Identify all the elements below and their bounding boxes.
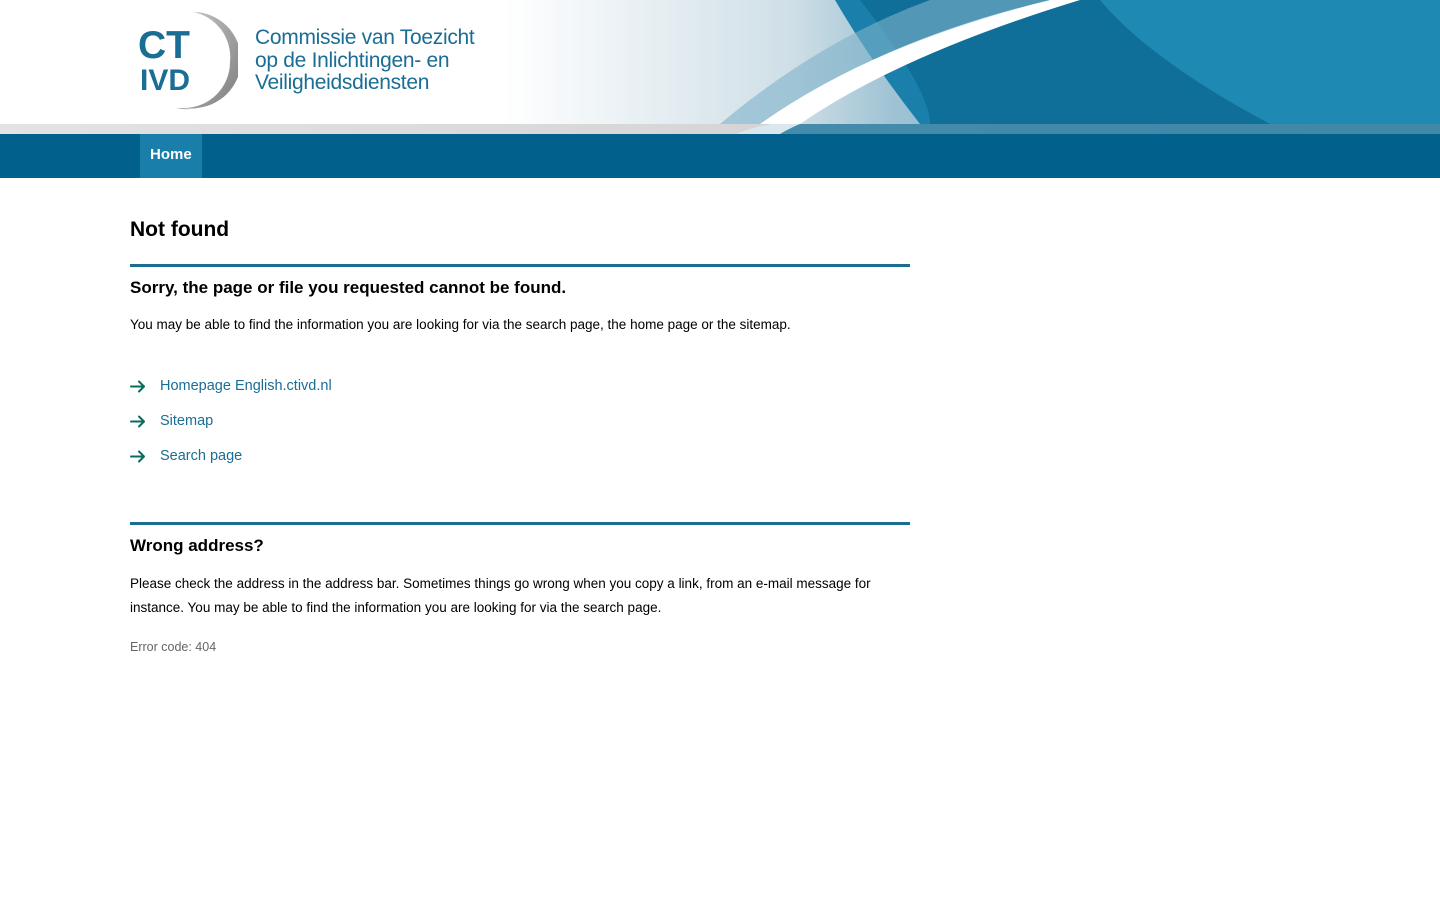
nav-item-home[interactable]: Home	[140, 134, 202, 178]
page-title: Not found	[130, 218, 230, 241]
org-name: Commissie van Toezicht op de Inlichtinge…	[255, 26, 475, 95]
arrow-right-icon	[130, 415, 145, 428]
site-logo[interactable]: CT IVD Commissie van Toezicht op de Inli…	[138, 10, 498, 110]
section-heading: Wrong address?	[130, 536, 264, 555]
org-name-line: Commissie van Toezicht	[255, 26, 475, 49]
main-navigation: Home	[0, 134, 1440, 178]
section-heading: Sorry, the page or file you requested ca…	[130, 278, 567, 297]
list-item: Search page	[130, 447, 910, 482]
sitemap-link[interactable]: Sitemap	[160, 413, 213, 429]
logo-mark-ivd: IVD	[140, 64, 190, 97]
main-content: Not found Sorry, the page or file you re…	[130, 178, 910, 656]
list-item: Homepage English.ctivd.nl	[130, 377, 910, 412]
section-text: Please check the address in the address …	[130, 576, 871, 615]
logo-mark-ct: CT	[138, 24, 190, 67]
org-name-line: op de Inlichtingen- en	[255, 48, 450, 72]
org-name-line: Veiligheidsdiensten	[255, 71, 430, 94]
wrong-address-section: Wrong address? Please check the address …	[130, 522, 910, 656]
section-text: You may be able to find the information …	[130, 317, 791, 332]
arrow-right-icon	[130, 380, 145, 393]
homepage-link[interactable]: Homepage English.ctivd.nl	[160, 378, 332, 394]
arrow-right-icon	[130, 450, 145, 463]
ctivd-logo-mark: CT IVD	[138, 12, 238, 110]
search-page-link[interactable]: Search page	[160, 448, 242, 464]
not-found-section: Sorry, the page or file you requested ca…	[130, 264, 910, 482]
site-header: CT IVD Commissie van Toezicht op de Inli…	[0, 0, 1440, 134]
error-code: Error code: 404	[130, 640, 217, 654]
list-item: Sitemap	[130, 412, 910, 447]
help-links: Homepage English.ctivd.nl Sitemap Search…	[130, 377, 910, 482]
